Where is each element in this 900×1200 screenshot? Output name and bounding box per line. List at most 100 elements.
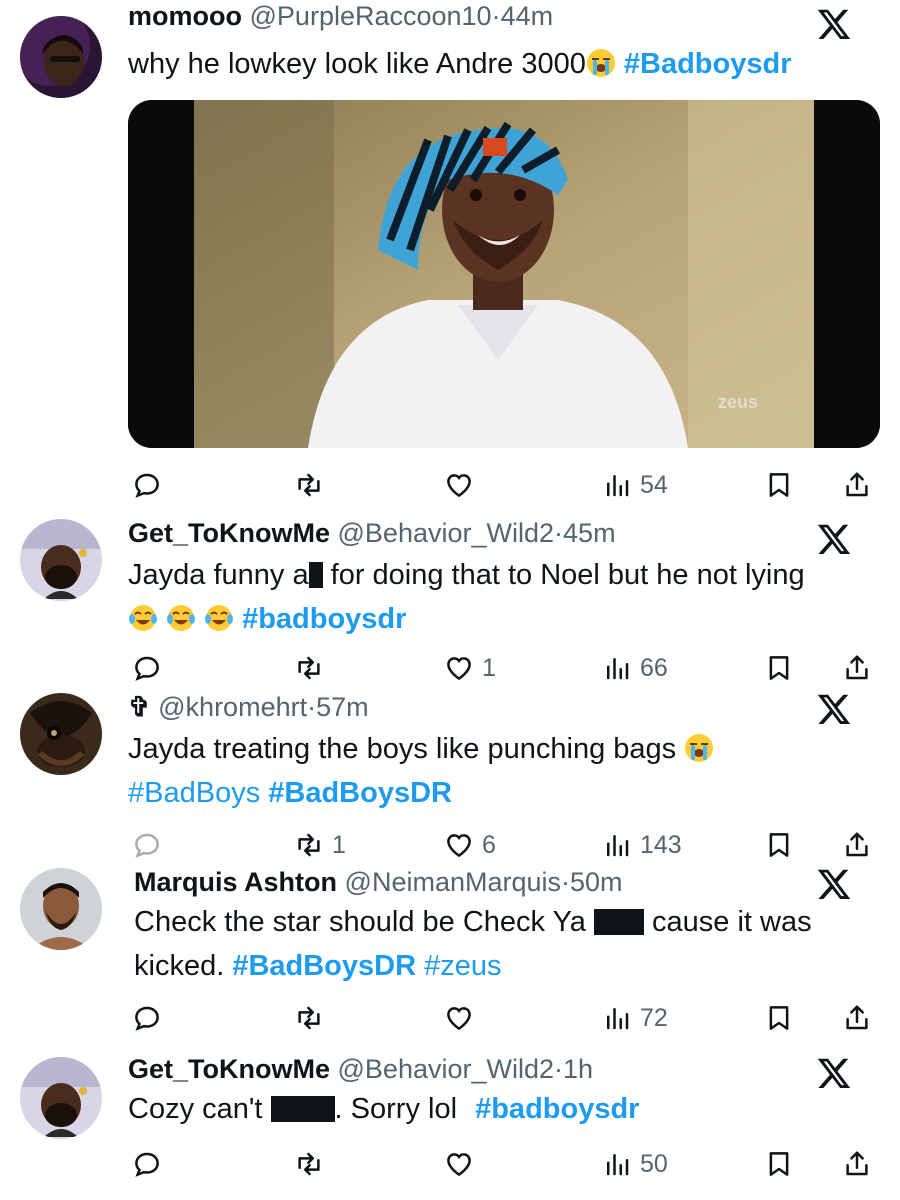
tweet-text-line: Jayda funny a [128, 559, 309, 591]
timestamp[interactable]: 45m [563, 518, 616, 548]
reply-button[interactable] [132, 827, 170, 863]
reply-button[interactable] [132, 1146, 170, 1182]
tweet[interactable]: Marquis Ashton @NeimanMarquis·50m Check … [0, 860, 900, 1050]
tweet-text: Jayda funny a for doing that to Noel but… [128, 553, 805, 641]
bookmark-icon [764, 1149, 794, 1179]
views-icon [602, 830, 632, 860]
tweet-header: Get_ToKnowMe @Behavior_Wild2·45m [128, 517, 616, 549]
display-name[interactable]: Get_ToKnowMe [128, 1054, 330, 1084]
timestamp[interactable]: 1h [563, 1054, 593, 1084]
retweet-icon [294, 1003, 324, 1033]
display-name[interactable]: ✞ [128, 692, 151, 722]
hashtag-link[interactable]: #BadBoys [128, 777, 260, 809]
share-button[interactable] [842, 827, 872, 863]
retweet-icon [294, 653, 324, 683]
user-handle[interactable]: @khromehrt [158, 692, 307, 722]
bookmark-icon [764, 470, 794, 500]
hashtag-link[interactable]: #badboysdr [475, 1093, 639, 1125]
tweet-text: why he lowkey look like Andre 3000 #Badb… [128, 42, 792, 86]
retweet-button[interactable] [294, 650, 332, 686]
retweet-button[interactable] [294, 467, 332, 503]
user-handle[interactable]: @PurpleRaccoon10 [250, 1, 492, 31]
user-handle[interactable]: @NeimanMarquis [345, 867, 561, 897]
like-count: 1 [482, 653, 496, 682]
hashtag-link[interactable]: #badboysdr [242, 603, 406, 635]
like-button[interactable] [444, 1146, 482, 1182]
views-button[interactable]: 72 [602, 1000, 668, 1036]
like-button[interactable]: 6 [444, 827, 496, 863]
share-button[interactable] [842, 650, 872, 686]
redaction-mark [270, 1096, 335, 1122]
reply-button[interactable] [132, 650, 170, 686]
media-video-thumbnail[interactable]: zeus [128, 100, 880, 448]
bookmark-button[interactable] [764, 467, 794, 503]
bookmark-button[interactable] [764, 1146, 794, 1182]
tweet-header: Get_ToKnowMe @Behavior_Wild2·1h [128, 1053, 593, 1085]
timestamp[interactable]: 57m [316, 692, 369, 722]
separator: · [554, 1054, 564, 1084]
tweet-actions: 72 [0, 1000, 900, 1036]
tweet[interactable]: ✞ @khromehrt·57m Jayda treating the boys… [0, 685, 900, 865]
like-icon [444, 653, 474, 683]
share-button[interactable] [842, 1000, 872, 1036]
like-icon [444, 470, 474, 500]
view-count: 50 [640, 1149, 668, 1178]
views-icon [602, 653, 632, 683]
x-logo-icon [816, 6, 852, 42]
display-name[interactable]: momooo [128, 1, 242, 31]
views-button[interactable]: 143 [602, 827, 682, 863]
x-logo-icon [816, 521, 852, 557]
hashtag-link[interactable]: #Badboysdr [624, 48, 792, 80]
user-handle[interactable]: @Behavior_Wild2 [338, 1054, 555, 1084]
bookmark-button[interactable] [764, 1000, 794, 1036]
tweet[interactable]: momooo @PurpleRaccoon10·44m why he lowke… [0, 0, 900, 505]
views-button[interactable]: 54 [602, 467, 668, 503]
reply-button[interactable] [132, 467, 170, 503]
share-button[interactable] [842, 467, 872, 503]
tweet-text: Jayda treating the boys like punching ba… [128, 727, 714, 815]
retweet-button[interactable] [294, 1146, 332, 1182]
user-handle[interactable]: @Behavior_Wild2 [338, 518, 555, 548]
tweet[interactable]: Get_ToKnowMe @Behavior_Wild2·45m Jayda f… [0, 505, 900, 685]
hashtag-link[interactable]: #BadBoysDR [232, 950, 416, 982]
avatar[interactable] [20, 1057, 102, 1139]
tweet-text-line: . Sorry lol [334, 1093, 458, 1125]
avatar[interactable] [20, 693, 102, 775]
loudly-crying-emoji [684, 733, 714, 763]
tears-of-joy-emoji [204, 603, 234, 633]
tweet-header: Marquis Ashton @NeimanMarquis·50m [134, 866, 623, 898]
reply-icon [132, 470, 162, 500]
like-icon [444, 1003, 474, 1033]
like-button[interactable]: 1 [444, 650, 496, 686]
bookmark-button[interactable] [764, 827, 794, 863]
retweet-button[interactable] [294, 1000, 332, 1036]
retweet-button[interactable]: 1 [294, 827, 346, 863]
separator: · [307, 692, 317, 722]
tweet-text-line: Cozy can't [128, 1093, 271, 1125]
redaction-mark [593, 909, 644, 935]
retweet-icon [294, 470, 324, 500]
tweet-text-line: Jayda treating the boys like punching ba… [128, 733, 677, 765]
reply-icon [132, 653, 162, 683]
hashtag-link[interactable]: #zeus [424, 950, 501, 982]
timestamp[interactable]: 44m [501, 1, 554, 31]
like-button[interactable] [444, 1000, 482, 1036]
share-icon [842, 470, 872, 500]
x-logo-icon [816, 691, 852, 727]
views-button[interactable]: 50 [602, 1146, 668, 1182]
reply-button[interactable] [132, 1000, 170, 1036]
like-icon [444, 1149, 474, 1179]
views-button[interactable]: 66 [602, 650, 668, 686]
avatar[interactable] [20, 519, 102, 601]
share-button[interactable] [842, 1146, 872, 1182]
bookmark-button[interactable] [764, 650, 794, 686]
hashtag-link[interactable]: #BadBoysDR [268, 777, 452, 809]
avatar[interactable] [20, 868, 102, 950]
bookmark-icon [764, 653, 794, 683]
timestamp[interactable]: 50m [570, 867, 623, 897]
like-button[interactable] [444, 467, 482, 503]
display-name[interactable]: Get_ToKnowMe [128, 518, 330, 548]
avatar[interactable] [20, 16, 102, 98]
tweet[interactable]: Get_ToKnowMe @Behavior_Wild2·1h Cozy can… [0, 1045, 900, 1200]
display-name[interactable]: Marquis Ashton [134, 867, 337, 897]
